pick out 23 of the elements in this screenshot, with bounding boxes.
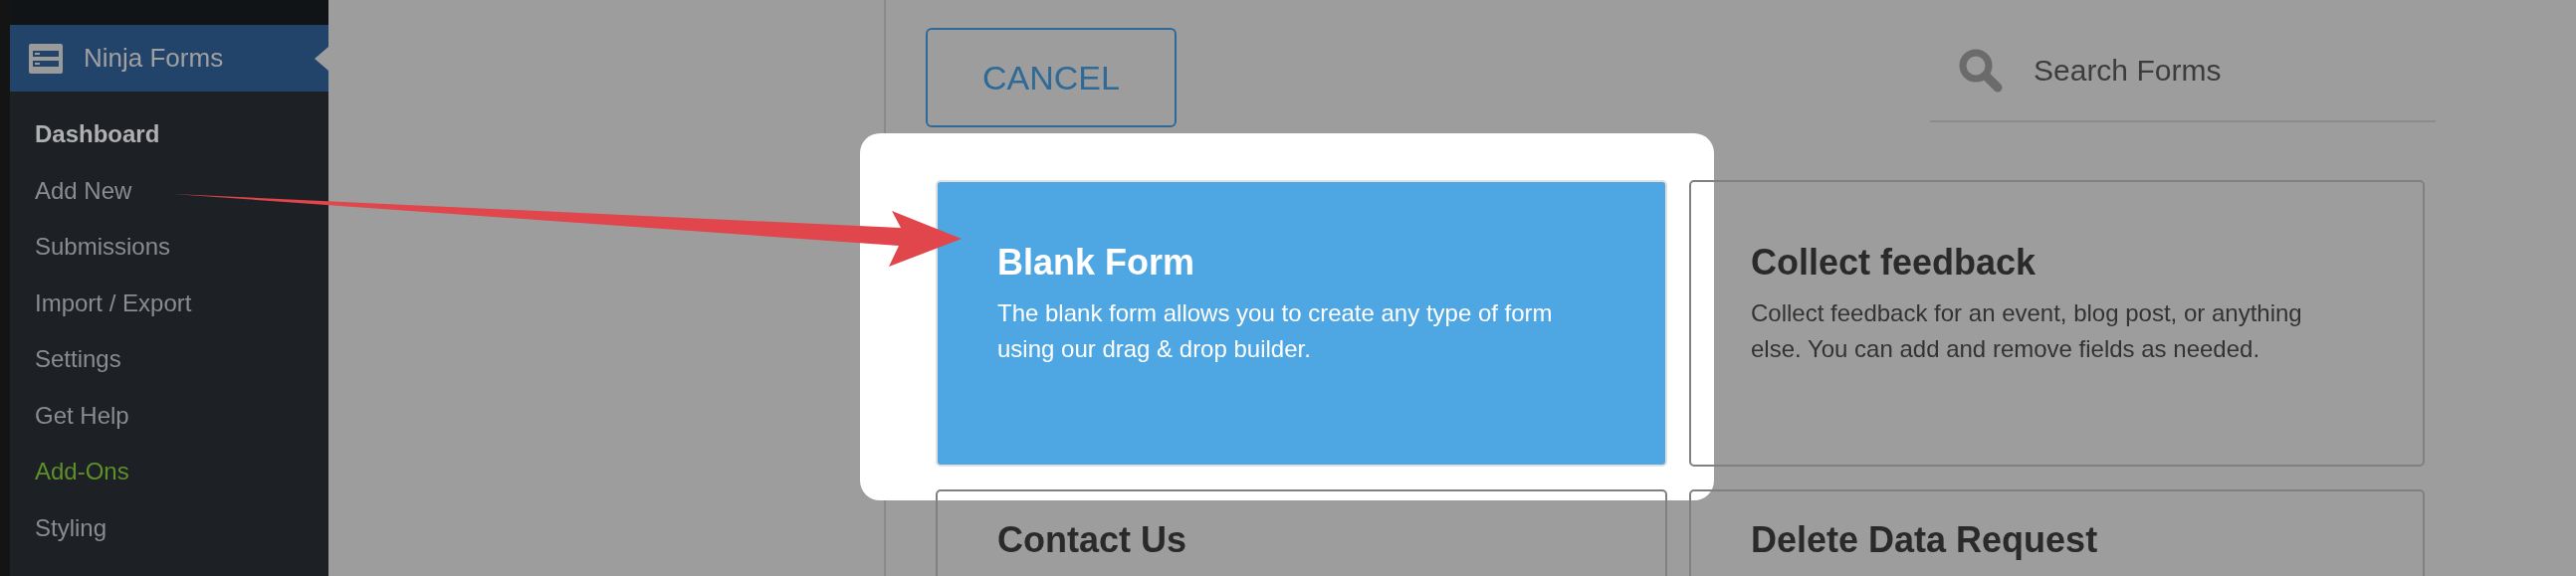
sidebar-item[interactable]: Submissions [10,224,328,281]
template-card[interactable]: Contact Us [936,489,1667,576]
template-card[interactable]: Blank Form The blank form allows you to create any type of form using our drag & drop builder. [936,180,1667,467]
plugin-menu-item[interactable]: Ninja Forms [10,25,328,92]
template-card[interactable]: Delete Data Request [1689,489,2425,576]
sidebar-item[interactable]: Add New [10,167,328,224]
template-title: Delete Data Request [1751,519,2099,561]
template-title: Contact Us [997,519,1188,561]
sidebar-item[interactable]: Settings [10,336,328,393]
sidebar-item[interactable]: Styling [10,504,328,561]
sidebar-item[interactable]: Dashboard [10,111,328,168]
form-icon [28,42,64,75]
template-title: Blank Form [997,242,1196,284]
template-title: Collect feedback [1751,242,2038,284]
search-field[interactable]: Search Forms [2032,52,2414,89]
template-description: The blank form allows you to create any type of form using our drag & drop builder. [997,298,1554,364]
search-icon [1958,47,2004,94]
sidebar-item[interactable]: Get Help [10,392,328,449]
template-card[interactable]: Collect feedback Collect feedback for an event, blog post, or anything else. You can add and remove fields as needed. [1689,180,2425,467]
menu-pointer [315,47,328,71]
sidebar-item[interactable]: Add-Ons [10,449,328,505]
template-description: Collect feedback for an event, blog post, or anything else. You can add and remove fields as needed. [1751,298,2303,364]
sidebar-item[interactable]: Import / Export [10,280,328,336]
